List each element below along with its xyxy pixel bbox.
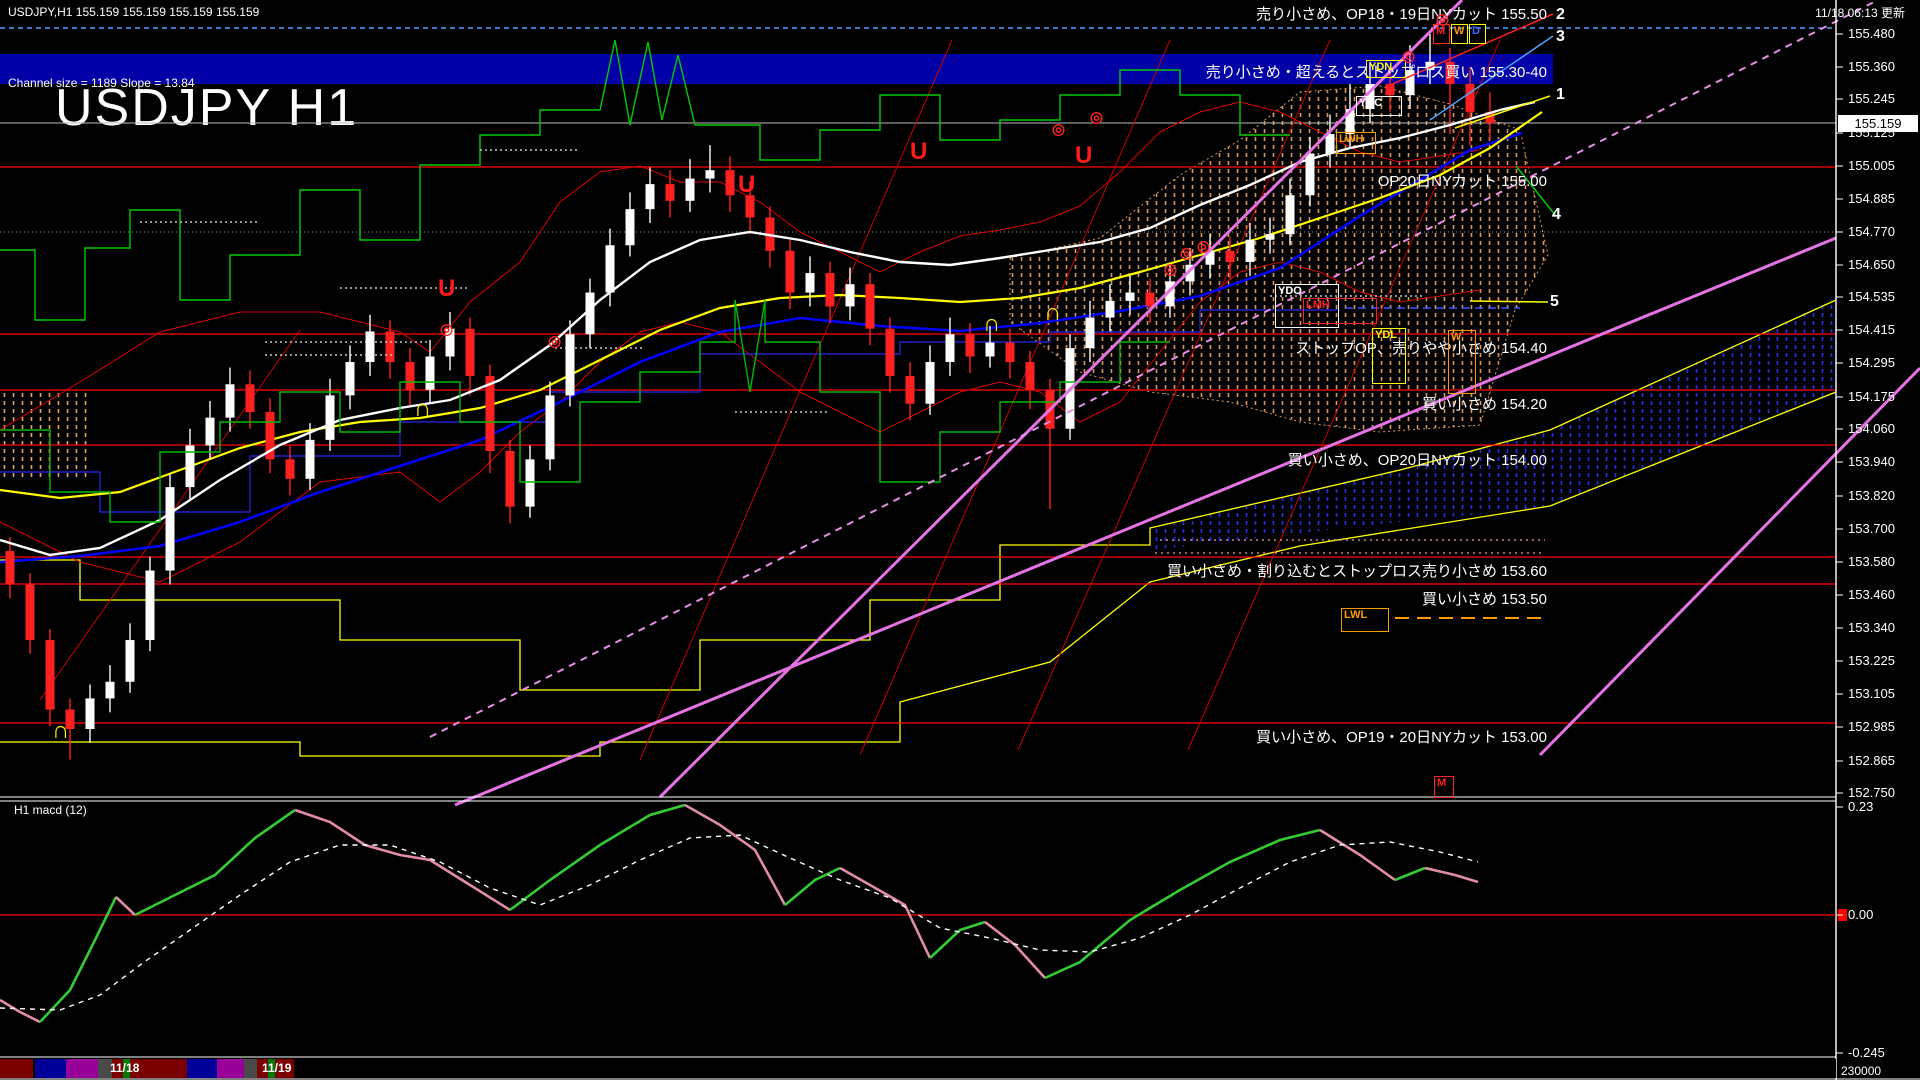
macd-line xyxy=(1394,866,1426,882)
timeline-date-label: 11/18 xyxy=(110,1061,140,1075)
candle-body-bull xyxy=(305,439,315,479)
candle-body-bear xyxy=(1385,84,1395,96)
candle-body-bull xyxy=(985,342,995,357)
candle-body-bear xyxy=(485,375,495,451)
candle-body-bull xyxy=(1125,292,1135,301)
timeline-date-label: 11/19 xyxy=(262,1061,292,1075)
candle-body-bull xyxy=(1325,134,1335,154)
candle-body-bull xyxy=(645,184,655,210)
macd-line xyxy=(684,803,787,906)
candle-body-bear xyxy=(785,250,795,293)
pink-channel-dashed xyxy=(429,0,1879,738)
candle-body-bull xyxy=(165,487,175,571)
ichimoku-cloud-orange xyxy=(1009,85,1549,433)
macd-line xyxy=(1424,866,1479,884)
candle-body-bull xyxy=(125,640,135,682)
candle-body-bull xyxy=(945,334,955,363)
candle-body-bear xyxy=(1465,84,1475,112)
candle-body-bull xyxy=(1245,239,1255,262)
macd-line xyxy=(1044,828,1321,980)
macd-line xyxy=(134,808,296,917)
macd-line xyxy=(784,866,841,906)
candle-body-bull xyxy=(85,698,95,729)
chart-canvas[interactable] xyxy=(0,0,1920,1080)
candle-body-bull xyxy=(1285,195,1295,235)
candle-body-bull xyxy=(805,273,815,293)
candle-body-bull xyxy=(225,384,235,418)
timeline-segment xyxy=(35,1059,66,1078)
candle-body-bear xyxy=(1025,362,1035,390)
candle-body-bull xyxy=(445,328,455,357)
candle-body-bull xyxy=(625,209,635,246)
macd-line xyxy=(839,866,932,959)
candle-body-bull xyxy=(1265,234,1275,240)
macd-line xyxy=(0,998,41,1024)
candle-body-bull xyxy=(925,362,935,404)
macd-line xyxy=(1319,828,1396,882)
candle-body-bull xyxy=(845,284,855,307)
macd-signal-line xyxy=(0,834,1479,1011)
candle-body-bull xyxy=(545,395,555,460)
sell-zone-banner xyxy=(0,54,1553,84)
candle-body-bull xyxy=(525,459,535,507)
candle-body-bull xyxy=(145,570,155,641)
candle-body-bear xyxy=(65,709,75,729)
timeline-segment xyxy=(217,1059,244,1078)
green-channel-lower xyxy=(0,299,1170,523)
macd-line xyxy=(984,920,1046,979)
macd-line xyxy=(294,808,511,912)
candle-body-bear xyxy=(865,284,875,329)
candle-body-bear xyxy=(1145,292,1155,307)
candle-body-bull xyxy=(565,334,575,396)
candle-body-bull xyxy=(705,170,715,179)
timeline-segment xyxy=(244,1059,257,1078)
candle-body-bear xyxy=(885,328,895,376)
candle-body-bull xyxy=(205,417,215,446)
candle-body-bear xyxy=(465,328,475,376)
candle-body-bear xyxy=(965,334,975,357)
candle-body-bull xyxy=(1105,300,1115,318)
candle-body-bear xyxy=(385,331,395,363)
candle-body-bear xyxy=(825,273,835,307)
candle-body-bull xyxy=(425,356,435,390)
leader-line xyxy=(1469,300,1549,303)
candle-body-bear xyxy=(1225,250,1235,262)
candle-body-bear xyxy=(745,195,755,218)
timeline-segment xyxy=(0,1059,33,1078)
candle-body-bear xyxy=(25,584,35,641)
macd-line xyxy=(39,896,118,1023)
candle-body-bear xyxy=(505,451,515,507)
candle-body-bull xyxy=(345,362,355,396)
candle-body-bear xyxy=(285,459,295,479)
candle-body-bull xyxy=(365,331,375,363)
timeline-segment xyxy=(66,1059,98,1078)
candle-body-bear xyxy=(5,551,15,585)
candle-body-bear xyxy=(1445,61,1455,85)
ichimoku-cloud-orange-left xyxy=(0,392,92,478)
macd-line xyxy=(509,803,686,912)
candle-body-bull xyxy=(685,178,695,201)
candle-body-bull xyxy=(605,245,615,293)
candle-body-bull xyxy=(1085,317,1095,349)
candle-body-bear xyxy=(1005,342,1015,363)
macd-line xyxy=(115,896,136,916)
candle-body-bear xyxy=(45,640,55,710)
timeline-segment xyxy=(187,1059,217,1078)
timeline-bar[interactable]: 11/18 11/19 xyxy=(0,1059,1836,1078)
candle-body-bear xyxy=(405,362,415,390)
trading-chart-window: USDJPY H1 USDJPY,H1 155.159 155.159 155.… xyxy=(0,0,1920,1080)
candle-body-bear xyxy=(905,375,915,404)
candle-body-bull xyxy=(105,681,115,699)
candle-body-bear xyxy=(665,184,675,201)
candle-body-bear xyxy=(725,170,735,196)
candle-body-bear xyxy=(245,384,255,413)
candle-body-bull xyxy=(325,395,335,440)
candle-body-bull xyxy=(1405,70,1415,96)
